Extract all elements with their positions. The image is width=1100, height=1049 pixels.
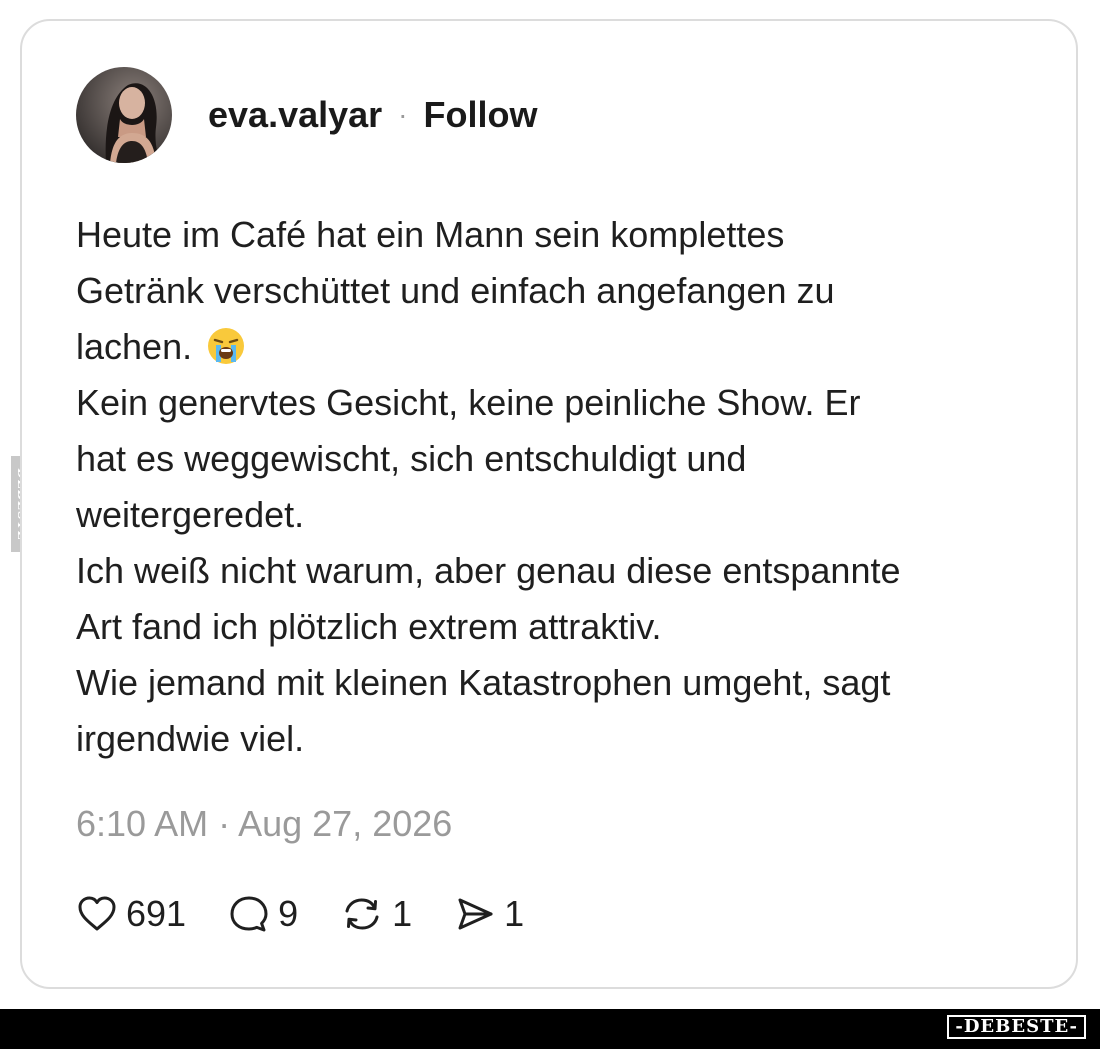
footer-watermark: -DEBESTE- bbox=[947, 1015, 1086, 1039]
post-header: eva.valyar · Follow bbox=[76, 67, 537, 163]
share-button[interactable]: 1 bbox=[454, 893, 524, 935]
like-button[interactable]: 691 bbox=[76, 893, 186, 935]
action-bar: 691 9 1 1 bbox=[76, 889, 566, 939]
separator-dot: · bbox=[398, 99, 408, 130]
post-timestamp: 6:10 AM · Aug 27, 2026 bbox=[76, 803, 453, 844]
footer-bar: -DEBESTE- bbox=[0, 1009, 1100, 1049]
repost-icon bbox=[345, 898, 379, 930]
avatar[interactable] bbox=[76, 67, 172, 163]
page: DEBESTE bbox=[0, 0, 1100, 1049]
follow-button[interactable]: Follow bbox=[424, 94, 538, 136]
avatar-photo bbox=[76, 67, 172, 163]
like-count: 691 bbox=[126, 893, 187, 934]
post-line: Art fand ich plötzlich extrem attraktiv. bbox=[76, 606, 662, 647]
repost-count: 1 bbox=[392, 893, 413, 934]
post-line: Ich weiß nicht warum, aber genau diese e… bbox=[76, 550, 901, 591]
post-line: weitergeredet. bbox=[76, 494, 305, 535]
username[interactable]: eva.valyar bbox=[208, 94, 382, 136]
post-line: lachen. bbox=[76, 326, 193, 367]
post-line: Wie jemand mit kleinen Katastrophen umge… bbox=[76, 662, 891, 703]
heart-icon bbox=[78, 896, 116, 931]
post-line: Heute im Café hat ein Mann sein komplett… bbox=[76, 214, 785, 255]
post-line: hat es weggewischt, sich entschuldigt un… bbox=[76, 438, 747, 479]
post-line-with-emoji: lachen. bbox=[76, 319, 1036, 375]
reply-button[interactable]: 9 bbox=[228, 893, 298, 935]
share-count: 1 bbox=[504, 893, 525, 934]
post-text: Heute im Café hat ein Mann sein komplett… bbox=[76, 207, 1036, 767]
post-line: Getränk verschüttet und einfach angefang… bbox=[76, 270, 835, 311]
loudly-crying-face-icon bbox=[206, 326, 246, 382]
reply-count: 9 bbox=[278, 893, 299, 934]
repost-button[interactable]: 1 bbox=[340, 893, 412, 935]
speech-bubble-icon bbox=[230, 896, 268, 932]
post-line: Kein genervtes Gesicht, keine peinliche … bbox=[76, 382, 861, 423]
paper-plane-icon bbox=[458, 898, 493, 930]
post-card: eva.valyar · Follow Heute im Café hat ei… bbox=[20, 19, 1078, 989]
post-line: irgendwie viel. bbox=[76, 718, 305, 759]
